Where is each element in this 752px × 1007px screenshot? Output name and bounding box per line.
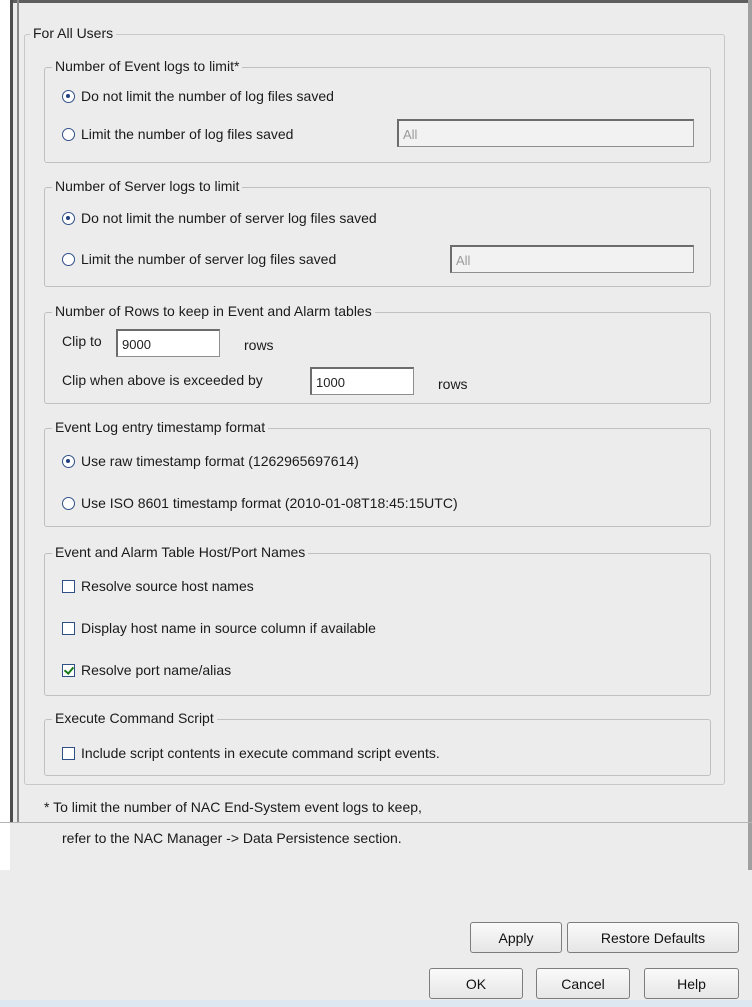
- radio-unselected-icon[interactable]: [62, 252, 75, 266]
- clip-exceeded-label: Clip when above is exceeded by: [62, 372, 263, 388]
- timestamp-title: Event Log entry timestamp format: [52, 419, 269, 435]
- server-logs-unlimited-label: Do not limit the number of server log fi…: [81, 210, 377, 226]
- clip-exceeded-unit: rows: [438, 376, 468, 392]
- checkbox-unchecked-icon[interactable]: [62, 621, 75, 635]
- host-port-title: Event and Alarm Table Host/Port Names: [52, 544, 309, 560]
- for-all-users-title: For All Users: [30, 25, 117, 41]
- panel-top-border: [10, 0, 752, 3]
- event-logs-limit-option[interactable]: Limit the number of log files saved: [62, 124, 293, 144]
- page-edge: [0, 0, 10, 870]
- panel-right-border: [748, 0, 752, 870]
- radio-selected-icon[interactable]: [62, 89, 75, 103]
- event-logs-title: Number of Event logs to limit*: [52, 58, 243, 74]
- clip-to-label: Clip to: [62, 333, 102, 349]
- radio-unselected-icon[interactable]: [62, 496, 75, 510]
- panel-left-inner-border: [17, 0, 19, 822]
- server-logs-limit-option[interactable]: Limit the number of server log files sav…: [62, 249, 336, 269]
- panel-left-border: [10, 0, 13, 822]
- event-logs-group: [44, 67, 711, 163]
- cancel-button[interactable]: Cancel: [536, 968, 630, 999]
- event-logs-limit-field[interactable]: All: [397, 119, 694, 147]
- script-title: Execute Command Script: [52, 710, 217, 726]
- event-logs-limit-label: Limit the number of log files saved: [81, 126, 294, 142]
- include-script-option[interactable]: Include script contents in execute comma…: [62, 743, 440, 763]
- server-logs-limit-label: Limit the number of server log files sav…: [81, 251, 337, 267]
- checkbox-unchecked-icon[interactable]: [62, 746, 75, 760]
- clip-exceeded-field[interactable]: 1000: [310, 367, 414, 395]
- timestamp-iso-option[interactable]: Use ISO 8601 timestamp format (2010-01-0…: [62, 493, 458, 513]
- resolve-port-option[interactable]: Resolve port name/alias: [62, 660, 231, 680]
- include-script-label: Include script contents in execute comma…: [81, 745, 440, 761]
- timestamp-iso-label: Use ISO 8601 timestamp format (2010-01-0…: [81, 495, 458, 511]
- window-bottom-edge: [0, 1000, 752, 1007]
- server-logs-title: Number of Server logs to limit: [52, 178, 243, 194]
- event-logs-unlimited-label: Do not limit the number of log files sav…: [81, 88, 334, 104]
- display-host-option[interactable]: Display host name in source column if av…: [62, 618, 376, 638]
- radio-selected-icon[interactable]: [62, 211, 75, 225]
- button-area-divider: [0, 822, 752, 823]
- rows-title: Number of Rows to keep in Event and Alar…: [52, 303, 375, 319]
- clip-to-unit: rows: [244, 337, 274, 353]
- footnote-line-1: * To limit the number of NAC End-System …: [44, 799, 422, 815]
- resolve-port-label: Resolve port name/alias: [81, 662, 232, 678]
- clip-to-field[interactable]: 9000: [116, 329, 220, 357]
- checkbox-checked-icon[interactable]: [62, 663, 75, 677]
- server-logs-unlimited-option[interactable]: Do not limit the number of server log fi…: [62, 208, 377, 228]
- restore-defaults-button[interactable]: Restore Defaults: [567, 922, 739, 953]
- footnote-line-2: refer to the NAC Manager -> Data Persist…: [62, 830, 402, 846]
- event-logs-unlimited-option[interactable]: Do not limit the number of log files sav…: [62, 86, 334, 106]
- resolve-host-option[interactable]: Resolve source host names: [62, 576, 254, 596]
- radio-selected-icon[interactable]: [62, 454, 75, 468]
- ok-button[interactable]: OK: [429, 968, 523, 999]
- radio-unselected-icon[interactable]: [62, 127, 75, 141]
- help-button[interactable]: Help: [644, 968, 739, 999]
- resolve-host-label: Resolve source host names: [81, 578, 254, 594]
- apply-button[interactable]: Apply: [470, 922, 562, 953]
- display-host-label: Display host name in source column if av…: [81, 620, 376, 636]
- timestamp-raw-option[interactable]: Use raw timestamp format (1262965697614): [62, 451, 359, 471]
- checkbox-unchecked-icon[interactable]: [62, 579, 75, 593]
- server-logs-limit-field[interactable]: All: [450, 245, 694, 273]
- timestamp-raw-label: Use raw timestamp format (1262965697614): [81, 453, 359, 469]
